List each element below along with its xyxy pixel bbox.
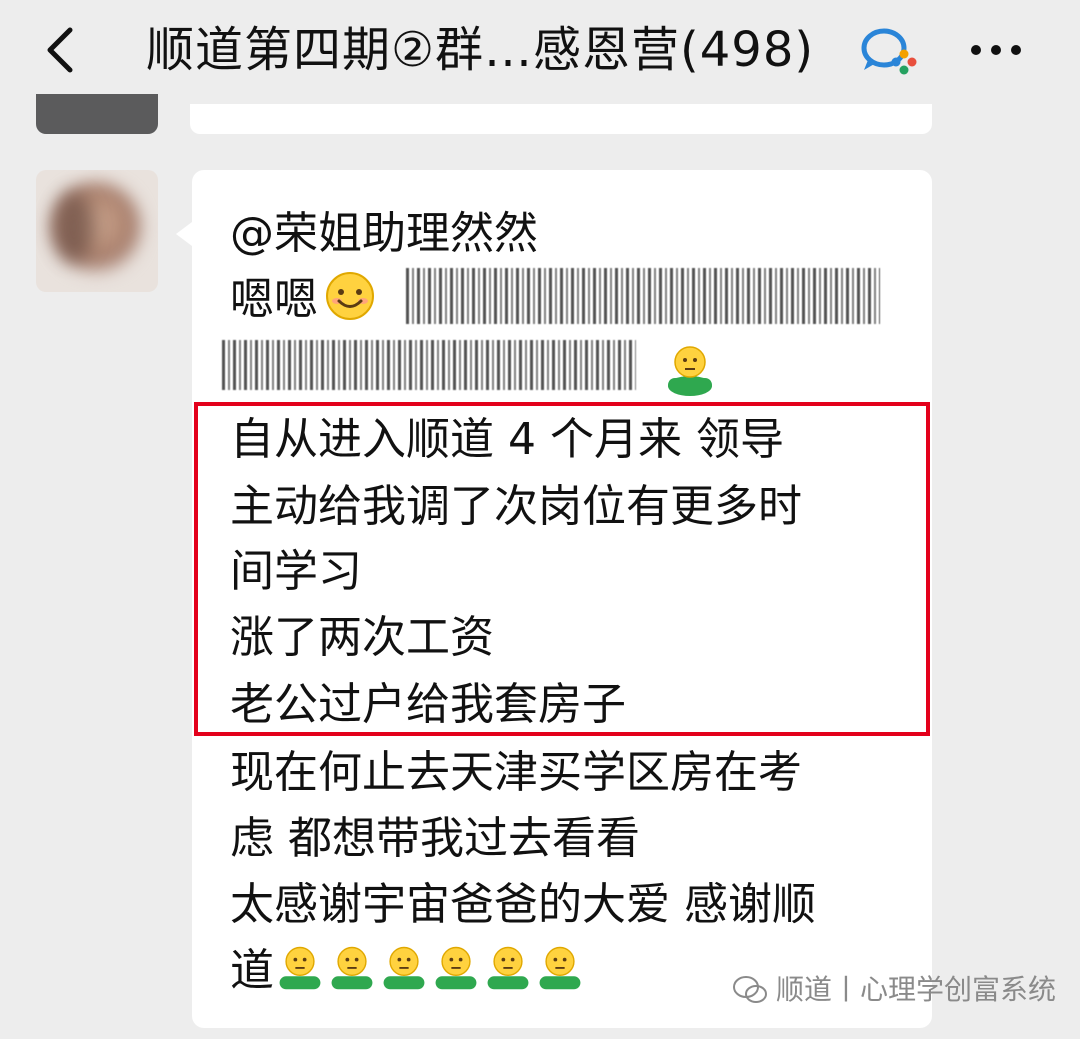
smile-emoji-icon — [326, 272, 374, 320]
message-line-9: 虑 都想带我过去看看 — [230, 813, 640, 864]
watermark-text: 顺道丨心理学创富系统 — [776, 973, 1057, 1006]
back-button[interactable] — [34, 18, 90, 82]
previous-avatar[interactable] — [36, 94, 158, 134]
person-emoji-icon — [539, 946, 581, 990]
red-highlight-box — [194, 402, 930, 736]
chevron-left-icon — [47, 27, 73, 73]
chat-screen: 顺道第四期②群…感恩营(498) @荣姐助理然然 嗯嗯 自从进入顺道 4 个月来… — [0, 0, 1080, 1039]
wecom-chat-icon — [858, 24, 922, 78]
wechat-icon — [733, 976, 767, 1003]
person-emoji-icon — [435, 946, 477, 990]
person-emoji-icon — [487, 946, 529, 990]
avatar-hair-blur — [54, 192, 94, 262]
bubble-tail — [176, 222, 192, 246]
person-emoji-icon — [383, 946, 425, 990]
more-dots-icon — [971, 45, 1021, 55]
message-line-2: 嗯嗯 — [230, 270, 376, 330]
person-emoji-icon — [331, 946, 373, 990]
message-text: 嗯嗯 — [230, 274, 318, 325]
message-mention-line: @荣姐助理然然 — [230, 208, 538, 259]
previous-message-bubble[interactable] — [190, 104, 932, 134]
message-line-8: 现在何止去天津买学区房在考 — [230, 747, 802, 798]
person-emoji-icon — [668, 346, 712, 396]
redacted-text-mosaic — [222, 340, 636, 390]
person-emoji-icon — [279, 946, 321, 990]
chat-header: 顺道第四期②群…感恩营(498) — [0, 0, 1080, 100]
more-options-button[interactable] — [964, 28, 1028, 72]
sender-avatar[interactable] — [36, 170, 158, 292]
message-line-10: 太感谢宇宙爸爸的大爱 感谢顺 — [230, 879, 816, 930]
message-line-11: 道 — [230, 941, 586, 1001]
watermark: 顺道丨心理学创富系统 — [732, 970, 1056, 1010]
redacted-text-mosaic — [406, 268, 880, 324]
message-text: 道 — [230, 945, 274, 996]
chat-title: 顺道第四期②群…感恩营(498) — [146, 22, 815, 78]
